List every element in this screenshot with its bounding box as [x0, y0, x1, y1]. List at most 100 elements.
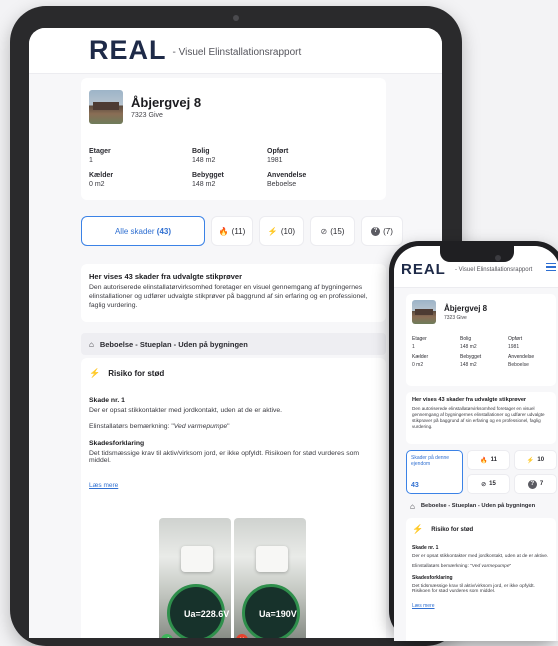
- fact-value: 1981: [267, 157, 283, 164]
- remark-value: Ved varmepumpe: [173, 423, 228, 430]
- tablet-screen: REAL - Visuel Elinstallationsrapport Åbj…: [29, 28, 442, 638]
- menu-icon[interactable]: [546, 263, 556, 273]
- bolt-icon: ⚡: [89, 368, 101, 378]
- ban-icon: ⊘: [320, 226, 328, 236]
- fact-value: 148 m2: [192, 181, 216, 188]
- damage-filters: Alle skader (43) 🔥 (11) ⚡ (10) ⊘ (15) ? (7): [81, 216, 403, 246]
- risk-card: ⚡ Risiko for stød Skade nr. 1 Der er ops…: [81, 358, 386, 638]
- report-subtitle: - Visuel Elinstallationsrapport: [455, 267, 533, 273]
- filter-all-label: Alle skader: [114, 226, 155, 236]
- fact-label: Kælder: [89, 172, 114, 179]
- meter-reading: Ua=190V: [259, 609, 297, 619]
- fact-label: Anvendelse: [508, 354, 535, 360]
- explanation-label: Skadesforklaring: [412, 575, 453, 581]
- socket-image: [256, 546, 288, 572]
- bolt-icon: ⚡: [267, 226, 278, 236]
- info-text: Den autoriserede elinstallatørvirksomhed…: [412, 406, 545, 429]
- risk-title-row: ⚡ Risiko for stød: [412, 524, 550, 535]
- fact-value: 1981: [508, 344, 520, 350]
- info-card: Her vises 43 skader fra udvalgte stikprø…: [81, 264, 386, 322]
- real-logo[interactable]: REAL: [401, 261, 446, 278]
- question-icon: ?: [371, 226, 381, 236]
- filter-all-button[interactable]: Skader på denne ejendom 43: [406, 450, 463, 494]
- damage-description: Der er opsat stikkontakter med jordkonta…: [89, 407, 283, 414]
- risk-title: Risiko for stød: [108, 369, 165, 378]
- filter-all-label: Skader på denne ejendom: [411, 455, 450, 468]
- property-address: Åbjergvej 8: [131, 95, 202, 110]
- fire-icon: 🔥: [480, 457, 488, 464]
- fact-value: 1: [412, 344, 415, 350]
- filter-ban-button[interactable]: ⊘ 15: [467, 474, 510, 494]
- filter-all-count: 43: [411, 482, 419, 489]
- fact-value: 148 m2: [460, 344, 477, 350]
- filter-question-count: (7): [383, 226, 393, 236]
- fact-label: Bebygget: [460, 354, 482, 360]
- bolt-icon: ⚡: [412, 524, 424, 534]
- fact-label: Opført: [508, 336, 523, 342]
- filter-fire-button[interactable]: 🔥 11: [467, 450, 510, 470]
- fact-label: Etager: [412, 336, 427, 342]
- fact-value: Beboelse: [267, 181, 297, 188]
- fact-value: 148 m2: [192, 157, 216, 164]
- ban-icon: ⊘: [481, 481, 487, 488]
- bolt-icon: ⚡: [526, 457, 535, 464]
- property-facts: Etager 1 Bolig 148 m2 Opført 1981 Kælder 0 m…: [412, 336, 550, 368]
- filter-fire-count: (11): [231, 226, 246, 236]
- property-city: 7323 Give: [131, 112, 163, 119]
- explanation-label: Skadesforklaring: [89, 440, 145, 447]
- section-title: Beboelse - Stueplan - Uden på bygningen: [99, 339, 248, 349]
- tablet-camera: [233, 15, 239, 21]
- fact-value: 148 m2: [460, 362, 477, 368]
- check-icon: ✓: [161, 634, 173, 638]
- remark-value: Ved varmepumpe: [471, 564, 510, 569]
- fact-value: Beboelse: [508, 362, 529, 368]
- read-more-link[interactable]: Læs mere: [412, 603, 435, 609]
- risk-card: ⚡ Risiko for stød Skade nr. 1 Der er ops…: [406, 518, 556, 641]
- phone-screen: REAL - Visuel Elinstallationsrapport Åbj…: [394, 246, 558, 641]
- property-city: 7323 Give: [444, 314, 467, 321]
- info-card: Her vises 43 skader fra udvalgte stikprø…: [406, 392, 556, 444]
- damage-photo[interactable]: Ua=190V ×: [234, 518, 306, 638]
- section-title: Beboelse - Stueplan - Uden på bygningen: [420, 503, 536, 509]
- fact-value: 0 m2: [89, 181, 105, 188]
- home-icon: ⌂: [410, 501, 415, 511]
- section-header[interactable]: ⌂ Beboelse - Stueplan - Uden på bygninge…: [81, 333, 386, 355]
- property-facts: Etager 1 Bolig 148 m2 Opført 1981 Kælder 0 m…: [89, 148, 378, 188]
- socket-image: [181, 546, 213, 572]
- fact-label: Etager: [89, 148, 111, 155]
- installer-remark: Elinstallatørs bemærkning: "Ved varmepum…: [412, 564, 512, 569]
- fact-label: Anvendelse: [267, 172, 307, 179]
- filter-bolt-button[interactable]: ⚡ (10): [259, 216, 304, 246]
- property-address: Åbjergvej 8: [444, 303, 488, 313]
- fact-value: 1: [89, 157, 93, 164]
- fact-label: Bebygget: [192, 172, 224, 179]
- read-more-link[interactable]: Læs mere: [89, 482, 118, 489]
- header: REAL - Visuel Elinstallationsrapport: [29, 28, 442, 74]
- risk-title-row: ⚡ Risiko for stød: [89, 368, 378, 379]
- damage-photo[interactable]: Ua=228.6V ✓: [159, 518, 231, 638]
- risk-title: Risiko for stød: [431, 526, 474, 533]
- home-icon: ⌂: [89, 339, 94, 349]
- installer-remark: Elinstallatørs bemærkning: "Ved varmepum…: [89, 423, 230, 430]
- fire-icon: 🔥: [218, 226, 229, 236]
- filter-bolt-button[interactable]: ⚡ 10: [514, 450, 557, 470]
- filter-question-button[interactable]: ? 7: [514, 474, 557, 494]
- meter-display: Ua=190V: [242, 584, 300, 638]
- damage-number: Skade nr. 1: [412, 545, 439, 551]
- real-logo[interactable]: REAL: [89, 35, 167, 66]
- property-card: Åbjergvej 8 7323 Give Etager 1 Bolig 148 m…: [406, 294, 556, 386]
- damage-filters: Skader på denne ejendom 43 🔥 11 ⚡ 10 ⊘ 15 ?…: [406, 450, 557, 494]
- filter-ban-button[interactable]: ⊘ (15): [310, 216, 355, 246]
- filter-question-button[interactable]: ? (7): [361, 216, 403, 246]
- filter-fire-button[interactable]: 🔥 (11): [211, 216, 253, 246]
- info-title: Her vises 43 skader fra udvalgte stikprø…: [89, 272, 242, 281]
- property-photo: [412, 300, 436, 324]
- filter-all-button[interactable]: Alle skader (43): [81, 216, 205, 246]
- filter-ban-count: (15): [330, 226, 345, 236]
- section-header[interactable]: ⌂ Beboelse - Stueplan - Uden på bygninge…: [406, 498, 556, 514]
- explanation-text: Det tidsmæssige krav til aktiv/virksom j…: [89, 450, 360, 464]
- damage-photos: Ua=228.6V ✓ Ua=190V ×: [159, 518, 306, 638]
- info-text: Den autoriserede elinstallatørvirksomhed…: [89, 284, 368, 309]
- report-subtitle: - Visuel Elinstallationsrapport: [172, 47, 302, 58]
- fact-label: Bolig: [192, 148, 210, 155]
